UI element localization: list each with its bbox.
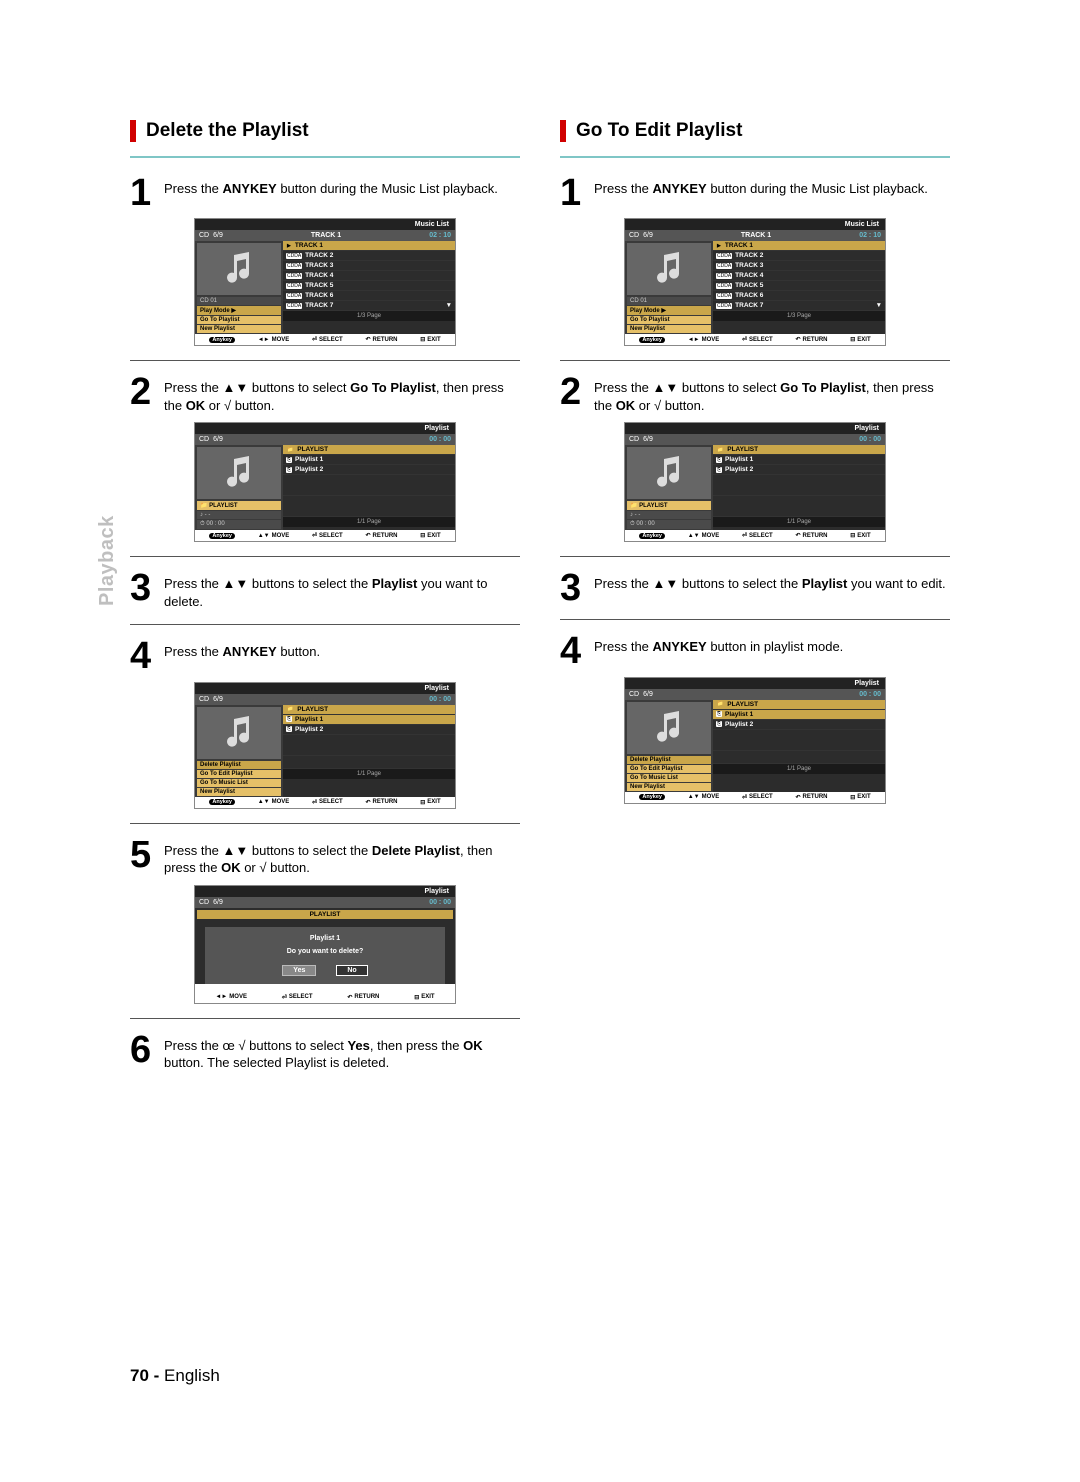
section-title: Delete the Playlist [146, 120, 309, 142]
step: 2 Press the ▲▼ buttons to select Go To P… [130, 375, 520, 414]
left-column: Delete the Playlist 1 Press the ANYKEY b… [130, 120, 520, 1080]
music-note-icon [197, 447, 281, 499]
screenshot-music-list: Music List CD6/9TRACK 102 : 10 CD 01 Pla… [624, 218, 886, 346]
screenshot-playlist: Playlist CD6/900 : 00 📁 PLAYLIST ♪ - - ⏱… [624, 422, 886, 542]
right-column: Go To Edit Playlist 1 Press the ANYKEY b… [560, 120, 950, 1080]
page-language: English [164, 1366, 220, 1385]
screenshot-playlist: Playlist CD6/900 : 00 📁 PLAYLIST ♪ - - ⏱… [194, 422, 456, 542]
content: Delete the Playlist 1 Press the ANYKEY b… [130, 120, 950, 1080]
page-footer: 70 - English [130, 1366, 220, 1386]
step-number: 1 [130, 176, 164, 210]
manual-page: Playback Delete the Playlist 1 Press the… [0, 0, 1080, 1482]
music-note-icon [197, 243, 281, 295]
cyan-rule [130, 156, 520, 158]
red-bar-icon [560, 120, 566, 142]
screenshot-footer: Anykey◄►MOVE⏎SELECT↶RETURN⊟EXIT [195, 334, 455, 345]
page-number: 70 - [130, 1366, 159, 1385]
confirm-dialog: Playlist 1 Do you want to delete? Yes No [205, 927, 445, 984]
section-title: Go To Edit Playlist [576, 120, 742, 142]
section-heading: Delete the Playlist [130, 120, 520, 142]
step-text: Press the ANYKEY button during the Music… [164, 176, 498, 210]
side-tab-playback: Playback [96, 515, 119, 606]
screenshot-playlist-menu: Playlist CD6/900 : 00 Delete Playlist Go… [624, 677, 886, 804]
no-button: No [336, 965, 367, 976]
step: 1 Press the ANYKEY button during the Mus… [130, 176, 520, 210]
yes-button: Yes [282, 965, 316, 976]
divider [130, 360, 520, 361]
screenshot-confirm-delete: Playlist CD6/900 : 00 PLAYLIST Playlist … [194, 885, 456, 1004]
screenshot-playlist-menu: Playlist CD6/900 : 00 Delete Playlist Go… [194, 682, 456, 809]
screenshot-music-list: Music List CD6/9TRACK 102 : 10 CD 01 Pla… [194, 218, 456, 346]
red-bar-icon [130, 120, 136, 142]
